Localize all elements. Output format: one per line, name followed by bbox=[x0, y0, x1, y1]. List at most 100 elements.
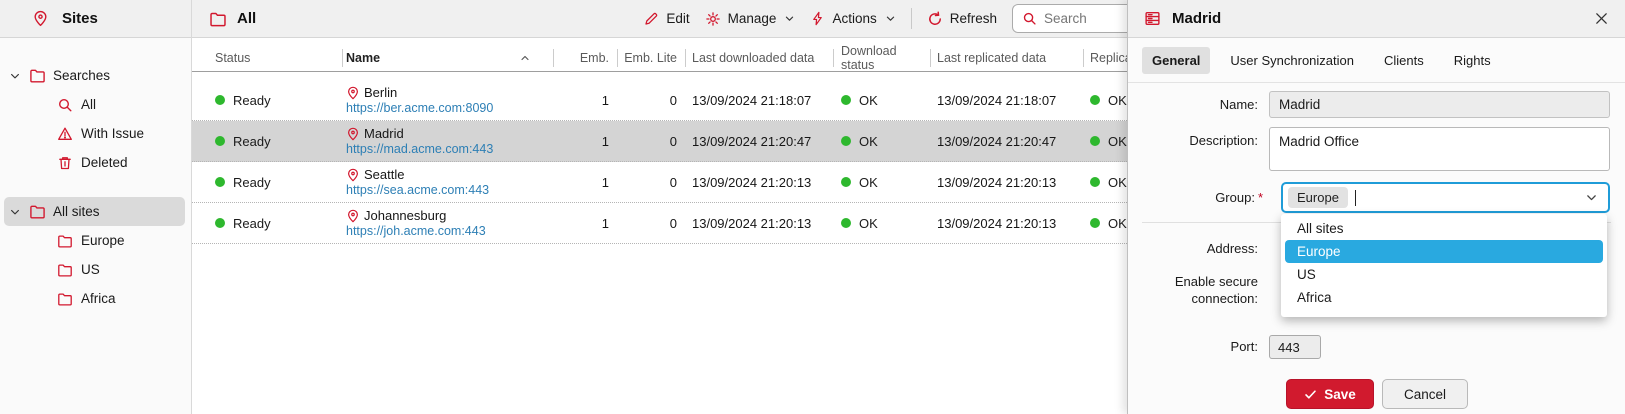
sites-sidebar: Sites Searches All bbox=[0, 0, 192, 414]
description-field[interactable]: Madrid Office bbox=[1269, 127, 1610, 171]
sidebar-group-all-sites[interactable]: All sites bbox=[4, 197, 185, 226]
download-status-value: OK bbox=[859, 93, 878, 108]
refresh-button[interactable]: Refresh bbox=[927, 11, 997, 27]
sidebar-group-label: All sites bbox=[53, 204, 100, 219]
list-toolbar: Edit Manage bbox=[643, 4, 1152, 33]
site-url-link[interactable]: https://ber.acme.com:8090 bbox=[346, 101, 493, 115]
site-url-link[interactable]: https://mad.acme.com:443 bbox=[346, 142, 493, 156]
description-row: Description: Madrid Office bbox=[1128, 127, 1610, 171]
sidebar-item-with-issue[interactable]: With Issue bbox=[4, 119, 185, 148]
status-dot bbox=[215, 218, 225, 228]
emb-lite-value: 0 bbox=[670, 134, 677, 149]
column-header-download-status[interactable]: Download status bbox=[833, 44, 930, 71]
secure-connection-label: Enable secureconnection: bbox=[1128, 273, 1269, 307]
tab-clients[interactable]: Clients bbox=[1374, 47, 1434, 74]
last-replicated-value: 13/09/2024 21:18:07 bbox=[937, 93, 1056, 108]
status-dot bbox=[1090, 95, 1100, 105]
list-title: All bbox=[237, 10, 256, 27]
tab-general[interactable]: General bbox=[1142, 47, 1210, 74]
folder-icon bbox=[29, 67, 46, 84]
group-combobox[interactable]: Europe bbox=[1281, 182, 1610, 213]
port-field[interactable] bbox=[1269, 335, 1321, 359]
last-replicated-value: 13/09/2024 21:20:47 bbox=[937, 134, 1056, 149]
site-name: Johannesburg bbox=[364, 208, 446, 223]
lightning-icon bbox=[810, 11, 825, 26]
location-pin-icon bbox=[32, 10, 49, 27]
column-header-last-downloaded[interactable]: Last downloaded data bbox=[685, 44, 833, 71]
close-icon[interactable] bbox=[1594, 11, 1609, 26]
refresh-icon bbox=[927, 11, 943, 27]
location-pin-icon bbox=[346, 127, 360, 141]
column-header-last-replicated[interactable]: Last replicated data bbox=[930, 44, 1083, 71]
trash-icon bbox=[57, 155, 73, 171]
site-name: Berlin bbox=[364, 85, 397, 100]
emb-value: 1 bbox=[602, 175, 609, 190]
last-downloaded-value: 13/09/2024 21:18:07 bbox=[692, 93, 811, 108]
save-label: Save bbox=[1324, 387, 1356, 402]
status-dot bbox=[841, 95, 851, 105]
site-url-link[interactable]: https://sea.acme.com:443 bbox=[346, 183, 489, 197]
address-label: Address: bbox=[1128, 241, 1269, 257]
sidebar-item-us[interactable]: US bbox=[4, 255, 185, 284]
column-header-emb[interactable]: Emb. bbox=[553, 44, 617, 71]
emb-value: 1 bbox=[602, 216, 609, 231]
status-label: Ready bbox=[233, 216, 271, 231]
sidebar-item-all[interactable]: All bbox=[4, 90, 185, 119]
dropdown-option-all-sites[interactable]: All sites bbox=[1285, 217, 1603, 240]
form-buttons: Save Cancel bbox=[1286, 379, 1625, 409]
dropdown-option-us[interactable]: US bbox=[1285, 263, 1603, 286]
download-status-value: OK bbox=[859, 216, 878, 231]
actions-label: Actions bbox=[832, 11, 876, 26]
tab-rights[interactable]: Rights bbox=[1444, 47, 1501, 74]
folder-icon bbox=[209, 10, 227, 28]
chevron-down-icon[interactable] bbox=[1585, 191, 1598, 204]
port-label: Port: bbox=[1128, 339, 1269, 355]
status-dot bbox=[1090, 177, 1100, 187]
detail-header: Madrid bbox=[1128, 0, 1625, 38]
status-dot bbox=[841, 218, 851, 228]
tab-user-synchronization[interactable]: User Synchronization bbox=[1220, 47, 1364, 74]
warning-icon bbox=[57, 126, 73, 142]
sidebar-item-label: All bbox=[81, 97, 96, 112]
status-dot bbox=[841, 177, 851, 187]
manage-button[interactable]: Manage bbox=[705, 11, 796, 27]
check-icon bbox=[1304, 388, 1317, 401]
group-selected-chip[interactable]: Europe bbox=[1288, 187, 1348, 208]
sidebar-item-deleted[interactable]: Deleted bbox=[4, 148, 185, 177]
last-downloaded-value: 13/09/2024 21:20:47 bbox=[692, 134, 811, 149]
actions-button[interactable]: Actions bbox=[810, 11, 895, 26]
folder-icon bbox=[57, 233, 73, 249]
status-label: Ready bbox=[233, 134, 271, 149]
sidebar-group-searches[interactable]: Searches bbox=[4, 61, 185, 90]
column-header-status[interactable]: Status bbox=[192, 44, 342, 71]
name-field[interactable] bbox=[1269, 91, 1610, 118]
site-url-link[interactable]: https://joh.acme.com:443 bbox=[346, 224, 486, 238]
dropdown-option-africa[interactable]: Africa bbox=[1285, 286, 1603, 309]
sort-caret-up-icon bbox=[519, 52, 531, 64]
cancel-button[interactable]: Cancel bbox=[1382, 379, 1468, 409]
general-form: Name: Description: Madrid Office Group:*… bbox=[1128, 83, 1625, 414]
replication-status-value: OK bbox=[1108, 93, 1127, 108]
location-pin-icon bbox=[346, 168, 360, 182]
chevron-down-icon bbox=[885, 13, 896, 24]
sidebar-item-label: Africa bbox=[81, 291, 116, 306]
search-icon bbox=[57, 97, 73, 113]
site-name: Seattle bbox=[364, 167, 404, 182]
emb-lite-value: 0 bbox=[670, 216, 677, 231]
replication-status-value: OK bbox=[1108, 175, 1127, 190]
emb-value: 1 bbox=[602, 93, 609, 108]
sidebar-item-africa[interactable]: Africa bbox=[4, 284, 185, 313]
sidebar-item-europe[interactable]: Europe bbox=[4, 226, 185, 255]
dropdown-option-europe[interactable]: Europe bbox=[1285, 240, 1603, 263]
column-header-emb-lite[interactable]: Emb. Lite bbox=[617, 44, 685, 71]
edit-button[interactable]: Edit bbox=[643, 11, 689, 27]
gear-icon bbox=[705, 11, 721, 27]
status-dot bbox=[215, 136, 225, 146]
search-input[interactable] bbox=[1044, 11, 1134, 26]
manage-label: Manage bbox=[728, 11, 777, 26]
save-button[interactable]: Save bbox=[1286, 379, 1374, 409]
group-dropdown: All sites Europe US Africa bbox=[1281, 214, 1607, 317]
port-row: Port: bbox=[1128, 335, 1610, 359]
column-header-name[interactable]: Name bbox=[342, 44, 553, 71]
replication-status-value: OK bbox=[1108, 216, 1127, 231]
